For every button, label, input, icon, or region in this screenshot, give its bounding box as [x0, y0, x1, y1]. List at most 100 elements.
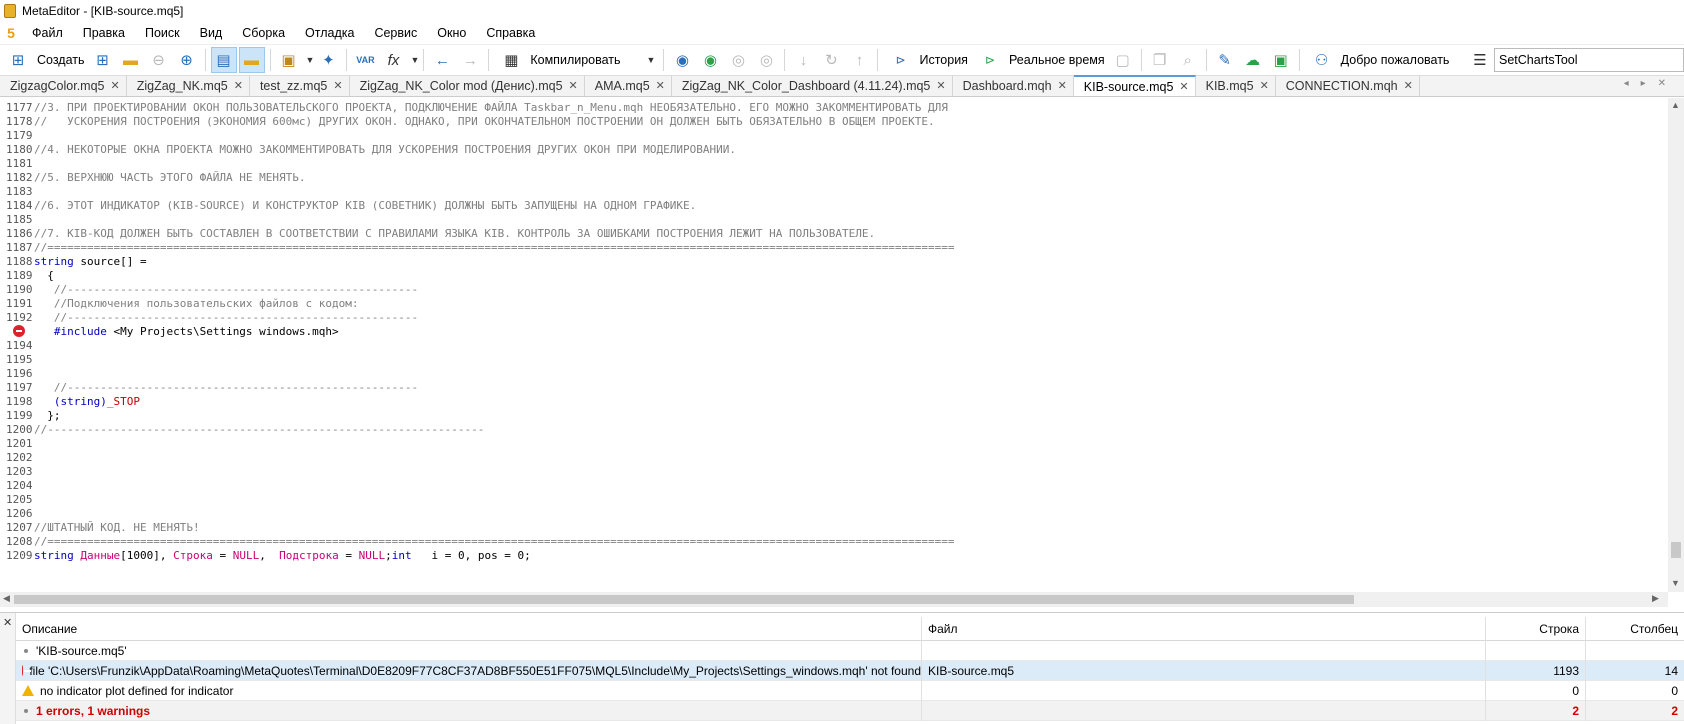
function-dropdown-caret[interactable]: ▼ — [410, 55, 419, 65]
code-line[interactable]: 1199 }; — [0, 408, 1650, 423]
code-line[interactable]: 1194 — [0, 338, 1650, 353]
menu-search[interactable]: Поиск — [135, 26, 190, 40]
vertical-scrollbar[interactable]: ▲ ▼ — [1668, 98, 1684, 592]
code-line[interactable]: 1190 //---------------------------------… — [0, 282, 1650, 297]
code-line[interactable]: 1185 — [0, 212, 1650, 227]
close-icon[interactable]: ✕ — [569, 79, 578, 92]
code-line[interactable]: 1184//6. ЭТОТ ИНДИКАТОР (KIB-SOURCE) И К… — [0, 198, 1650, 213]
code-line[interactable]: 1177//3. ПРИ ПРОЕКТИРОВАНИИ ОКОН ПОЛЬЗОВ… — [0, 100, 1650, 115]
close-icon[interactable]: ✕ — [1058, 79, 1067, 92]
tab-dashboard[interactable]: Dashboard.mqh ✕ — [953, 75, 1074, 96]
code-line[interactable]: 1180//4. НЕКОТОРЫЕ ОКНА ПРОЕКТА МОЖНО ЗА… — [0, 142, 1650, 157]
close-panel-icon[interactable]: ✕ — [3, 616, 12, 629]
find-icon[interactable]: ⌕ — [1175, 47, 1201, 73]
code-editor[interactable]: ▲ ▼ 1177//3. ПРИ ПРОЕКТИРОВАНИИ ОКОН ПОЛ… — [0, 98, 1684, 592]
header-line[interactable]: Строка — [1486, 616, 1586, 641]
toolbox-toggle-button[interactable]: ▬ — [238, 47, 265, 73]
compile-button[interactable]: ▦ Компилировать ▼ — [493, 47, 659, 73]
code-line[interactable]: 1196 — [0, 366, 1650, 381]
copy-icon[interactable]: ❐ — [1147, 47, 1173, 73]
close-icon[interactable]: ✕ — [234, 79, 243, 92]
tester-icon[interactable]: ▣ — [1268, 47, 1294, 73]
code-line[interactable]: 1186//7. KIB-КОД ДОЛЖЕН БЫТЬ СОСТАВЛЕН В… — [0, 226, 1650, 241]
download-button[interactable]: ⊕ — [174, 47, 200, 73]
tab-connection[interactable]: CONNECTION.mqh ✕ — [1276, 75, 1420, 96]
stop-square-icon[interactable]: ▢ — [1110, 47, 1136, 73]
code-line[interactable]: 1183 — [0, 184, 1650, 199]
header-description[interactable]: Описание — [16, 616, 922, 641]
close-icon[interactable]: ✕ — [656, 79, 665, 92]
code-line[interactable]: 1179 — [0, 128, 1650, 143]
code-line[interactable]: 1192 //---------------------------------… — [0, 310, 1650, 325]
charts-tool-field[interactable]: SetChartsTool — [1494, 48, 1684, 72]
menu-build[interactable]: Сборка — [232, 26, 295, 40]
close-icon[interactable]: ✕ — [111, 79, 120, 92]
tab-test-zz[interactable]: test_zz.mq5 ✕ — [250, 75, 350, 96]
cloud-icon[interactable]: ☁ — [1240, 47, 1266, 73]
close-icon[interactable]: ✕ — [1404, 79, 1413, 92]
start-debug-icon[interactable]: ◉ — [669, 47, 695, 73]
menu-file[interactable]: Файл — [22, 26, 73, 40]
close-icon[interactable]: ✕ — [1179, 80, 1188, 93]
step-over-icon[interactable]: ↻ — [818, 47, 844, 73]
tab-zigzag-nk-color-mod[interactable]: ZigZag_NK_Color mod (Денис).mq5 ✕ — [350, 75, 585, 96]
code-line[interactable]: 1200//----------------------------------… — [0, 422, 1650, 437]
step-into-icon[interactable]: ↓ — [790, 47, 816, 73]
code-line[interactable]: 1187//==================================… — [0, 240, 1650, 255]
tab-scroll-arrows[interactable]: ◂▸✕ — [1624, 78, 1678, 89]
header-file[interactable]: Файл — [922, 616, 1486, 641]
summary-row[interactable]: 1 errors, 1 warnings 2 2 — [16, 700, 1684, 721]
close-icon[interactable]: ✕ — [333, 79, 342, 92]
settings-sliders-icon[interactable]: ☰ — [1467, 47, 1493, 73]
close-icon[interactable]: ✕ — [936, 79, 945, 92]
paste-button[interactable]: ▣ — [276, 47, 302, 73]
scroll-right-arrow-icon[interactable]: ▶ — [1652, 593, 1659, 604]
create-button[interactable]: ⊞ Создать — [0, 47, 89, 73]
code-line[interactable]: 1203 — [0, 464, 1650, 479]
code-line[interactable]: 1206 — [0, 506, 1650, 521]
code-line[interactable]: 1205 — [0, 492, 1650, 507]
pen-icon[interactable]: ✎ — [1212, 47, 1238, 73]
menu-edit[interactable]: Правка — [73, 26, 135, 40]
start-history-icon[interactable]: ◉ — [697, 47, 723, 73]
horizontal-scrollbar[interactable]: ◀ ▶ — [0, 592, 1668, 607]
code-line[interactable]: 1189 { — [0, 268, 1650, 283]
compile-dropdown-caret[interactable]: ▼ — [647, 55, 656, 65]
tab-zigzagcolor[interactable]: ZigzagColor.mq5 ✕ — [0, 75, 127, 96]
welcome-button[interactable]: ⚇ Добро пожаловать — [1304, 47, 1454, 73]
table-row[interactable]: no indicator plot defined for indicator … — [16, 680, 1684, 701]
code-line[interactable]: 1191 //Подключения пользовательских файл… — [0, 296, 1650, 311]
paste-dropdown-caret[interactable]: ▼ — [306, 55, 315, 65]
code-line[interactable]: 1207//ШТАТНЫЙ КОД. НЕ МЕНЯТЬ! — [0, 520, 1650, 535]
code-line[interactable]: 1178// УСКОРЕНИЯ ПОСТРОЕНИЯ (ЭКОНОМИЯ 60… — [0, 114, 1650, 129]
stop-icon[interactable]: ◎ — [753, 47, 779, 73]
tab-zigzag-nk-color-dashboard[interactable]: ZigZag_NK_Color_Dashboard (4.11.24).mq5 ✕ — [672, 75, 953, 96]
menu-view[interactable]: Вид — [190, 26, 233, 40]
error-marker-icon[interactable] — [13, 325, 25, 337]
code-line[interactable]: 1188 string source[] = — [0, 254, 1650, 269]
code-line[interactable]: 1208//==================================… — [0, 534, 1650, 549]
menu-tools[interactable]: Сервис — [364, 26, 427, 40]
header-column[interactable]: Столбец — [1586, 617, 1684, 641]
table-row[interactable]: file 'C:\Users\Frunzik\AppData\Roaming\M… — [16, 660, 1684, 681]
scroll-down-arrow-icon[interactable]: ▼ — [1671, 578, 1680, 588]
code-line[interactable]: 1201 — [0, 436, 1650, 451]
tab-zigzag-nk[interactable]: ZigZag_NK.mq5 ✕ — [127, 75, 250, 96]
close-icon[interactable]: ✕ — [1260, 79, 1269, 92]
sparkle-icon[interactable]: ✦ — [315, 47, 341, 73]
navigator-toggle-button[interactable]: ▤ — [210, 47, 237, 73]
open-folder-button[interactable]: ▬ — [118, 47, 144, 73]
code-line[interactable]: 1195 — [0, 352, 1650, 367]
new-project-button[interactable]: ⊞ — [90, 47, 116, 73]
code-line[interactable]: 1182//5. ВЕРХНЮЮ ЧАСТЬ ЭТОГО ФАЙЛА НЕ МЕ… — [0, 170, 1650, 185]
pause-icon[interactable]: ◎ — [725, 47, 751, 73]
menu-window[interactable]: Окно — [427, 26, 476, 40]
menu-debug[interactable]: Отладка — [295, 26, 364, 40]
code-line[interactable]: 1197 //---------------------------------… — [0, 380, 1650, 395]
scroll-up-arrow-icon[interactable]: ▲ — [1671, 100, 1680, 110]
tab-ama[interactable]: AMA.mq5 ✕ — [585, 75, 672, 96]
table-row[interactable]: 'KIB-source.mq5' — [16, 640, 1684, 661]
vertical-scroll-thumb[interactable] — [1671, 542, 1681, 558]
save-button[interactable]: ⊖ — [146, 47, 172, 73]
forward-arrow-icon[interactable]: → — [457, 47, 483, 73]
